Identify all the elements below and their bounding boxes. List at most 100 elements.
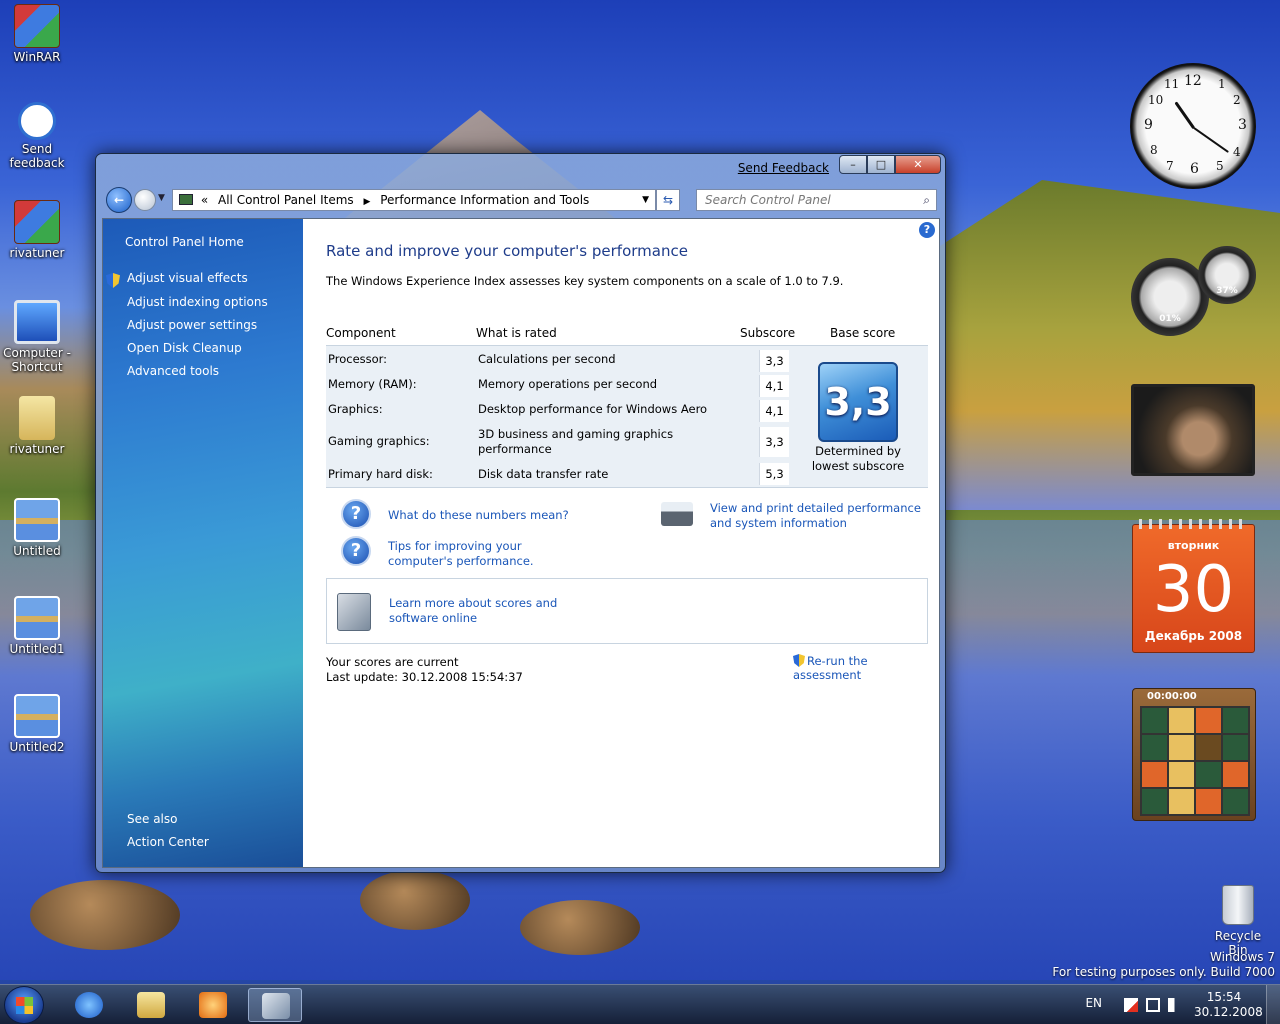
clock-numeral: 2 (1233, 93, 1241, 107)
puzzle-tile[interactable] (1196, 789, 1221, 814)
sidebar-item-adjust-power-settings[interactable]: Adjust power settings (127, 318, 257, 332)
volume-icon[interactable] (1168, 998, 1182, 1012)
puzzle-tile[interactable] (1142, 708, 1167, 733)
desktop-icon-label: Untitled2 (9, 740, 65, 754)
sidebar-item-control-panel-home[interactable]: Control Panel Home (125, 235, 244, 249)
slideshow-gadget[interactable] (1131, 384, 1255, 476)
rerun-assessment-link[interactable]: Re-run the assessment (793, 654, 939, 682)
language-indicator[interactable]: EN (1085, 996, 1102, 1010)
puzzle-tile[interactable] (1223, 735, 1248, 760)
address-bar[interactable]: « All Control Panel Items ▶ Performance … (172, 189, 656, 211)
view-print-link[interactable]: View and print detailed performance and … (710, 501, 935, 531)
status-last-update: Last update: 30.12.2008 15:54:37 (326, 670, 523, 684)
row-what: 3D business and gaming graphics performa… (478, 427, 674, 456)
show-desktop-button[interactable] (1266, 985, 1280, 1024)
puzzle-tile[interactable] (1142, 762, 1167, 787)
start-button[interactable] (4, 986, 44, 1024)
puzzle-tile[interactable] (1169, 789, 1194, 814)
header-base-score: Base score (830, 326, 896, 340)
window-titlebar[interactable]: Send Feedback – □ ✕ (96, 154, 945, 184)
puzzle-tile[interactable] (1196, 762, 1221, 787)
desktop-icon-rivatuner[interactable]: rivatuner (0, 200, 74, 260)
send-feedback-link[interactable]: Send Feedback (738, 161, 829, 175)
sidebar-item-adjust-visual-effects[interactable]: Adjust visual effects (127, 271, 248, 285)
winrar-archive-icon (14, 200, 60, 244)
minimize-button[interactable]: – (839, 155, 867, 174)
desktop-icon-untitled[interactable]: Untitled (0, 498, 74, 558)
breadcrumb-all-control-panel-items[interactable]: All Control Panel Items (218, 193, 354, 207)
help-icon[interactable]: ? (919, 222, 935, 238)
puzzle-tile[interactable] (1223, 762, 1248, 787)
media-player-icon (199, 992, 227, 1018)
sidebar-item-advanced-tools[interactable]: Advanced tools (127, 364, 219, 378)
row-component: Primary hard disk: (328, 467, 433, 481)
desktop-icon-recycle-bin[interactable]: Recycle Bin (1208, 885, 1268, 957)
what-numbers-mean-link[interactable]: What do these numbers mean? (388, 508, 569, 523)
maximize-button[interactable]: □ (867, 155, 895, 174)
puzzle-tile[interactable] (1169, 708, 1194, 733)
desktop-icon-computer-shortcut[interactable]: Computer - Shortcut (0, 300, 74, 374)
sidebar-item-action-center[interactable]: Action Center (127, 835, 209, 849)
scores-status: Your scores are current Last update: 30.… (326, 655, 523, 685)
clock-gadget[interactable]: 12 3 6 9 1 2 4 5 7 8 10 11 (1130, 63, 1256, 189)
desktop-icon-untitled1[interactable]: Untitled1 (0, 596, 74, 656)
sidebar-item-open-disk-cleanup[interactable]: Open Disk Cleanup (127, 341, 242, 355)
row-what: Memory operations per second (478, 377, 658, 391)
puzzle-tile[interactable] (1223, 708, 1248, 733)
puzzle-tile[interactable] (1142, 789, 1167, 814)
sidebar-item-adjust-indexing-options[interactable]: Adjust indexing options (127, 295, 268, 309)
puzzle-tile[interactable] (1196, 735, 1221, 760)
desktop-icon-rivatuner-folder[interactable]: rivatuner (0, 396, 74, 456)
chevron-down-icon[interactable]: ▼ (158, 193, 165, 203)
puzzle-tile[interactable] (1169, 735, 1194, 760)
clock-readout[interactable]: 15:54 30.12.2008 (1194, 990, 1263, 1020)
tips-link[interactable]: Tips for improving your computer's perfo… (388, 539, 588, 569)
clock-numeral: 4 (1233, 145, 1241, 159)
learn-more-box: Learn more about scores and software onl… (326, 578, 928, 644)
refresh-button[interactable]: ⇆ (656, 189, 680, 211)
watermark-line: Windows 7 (1209, 950, 1275, 964)
search-input[interactable]: Search Control Panel ⌕ (696, 189, 937, 211)
cpu-meter-gadget[interactable]: 01% (1131, 258, 1209, 336)
taskbar-windows-explorer[interactable] (124, 988, 178, 1022)
puzzle-tile[interactable] (1169, 762, 1194, 787)
desktop-icon-send-feedback[interactable]: Send feedback (0, 102, 74, 170)
close-button[interactable]: ✕ (895, 155, 941, 174)
chevron-down-icon[interactable]: ▼ (642, 190, 649, 210)
puzzle-tile[interactable] (1142, 735, 1167, 760)
desktop-icon-winrar[interactable]: WinRAR (0, 4, 74, 64)
clock-date: 30.12.2008 (1194, 1005, 1263, 1019)
network-icon[interactable] (1146, 998, 1160, 1012)
action-center-flag-icon[interactable] (1124, 998, 1138, 1012)
control-panel-icon (262, 993, 290, 1019)
puzzle-grid[interactable] (1140, 706, 1250, 816)
calendar-gadget[interactable]: вторник 30 Декабрь 2008 (1132, 519, 1255, 653)
calendar-month: Декабрь 2008 (1144, 629, 1243, 643)
performance-window[interactable]: Send Feedback – □ ✕ ← ▼ « All Control Pa… (95, 153, 946, 873)
puzzle-tile[interactable] (1196, 708, 1221, 733)
forward-button[interactable] (134, 189, 156, 211)
navigation-bar: ← ▼ « All Control Panel Items ▶ Performa… (104, 187, 937, 213)
score-table: Component What is rated Subscore Base sc… (326, 316, 928, 488)
desktop-icon-untitled2[interactable]: Untitled2 (0, 694, 74, 754)
calendar-rings (1139, 519, 1248, 529)
taskbar: EN 15:54 30.12.2008 (0, 984, 1280, 1024)
window-controls: – □ ✕ (839, 155, 941, 174)
search-icon[interactable]: ⌕ (923, 190, 930, 210)
control-panel-icon (179, 194, 193, 205)
picture-puzzle-gadget[interactable]: 00:00:00 (1132, 688, 1256, 821)
back-button[interactable]: ← (106, 187, 132, 213)
taskbar-media-player[interactable] (186, 988, 240, 1022)
puzzle-tile[interactable] (1223, 789, 1248, 814)
taskbar-internet-explorer[interactable] (62, 988, 116, 1022)
taskbar-control-panel[interactable] (248, 988, 302, 1022)
learn-more-link[interactable]: Learn more about scores and software onl… (389, 596, 609, 626)
page-title: Rate and improve your computer's perform… (326, 242, 688, 260)
breadcrumb-performance[interactable]: Performance Information and Tools (380, 193, 589, 207)
row-component: Graphics: (328, 402, 383, 416)
chevron-right-icon[interactable]: ▶ (363, 197, 370, 207)
base-score-caption: Determined by lowest subscore (811, 444, 905, 473)
recycle-bin-icon (1222, 885, 1254, 925)
memory-meter-gadget[interactable]: 37% (1198, 246, 1256, 304)
breadcrumb-overflow[interactable]: « (201, 193, 208, 207)
